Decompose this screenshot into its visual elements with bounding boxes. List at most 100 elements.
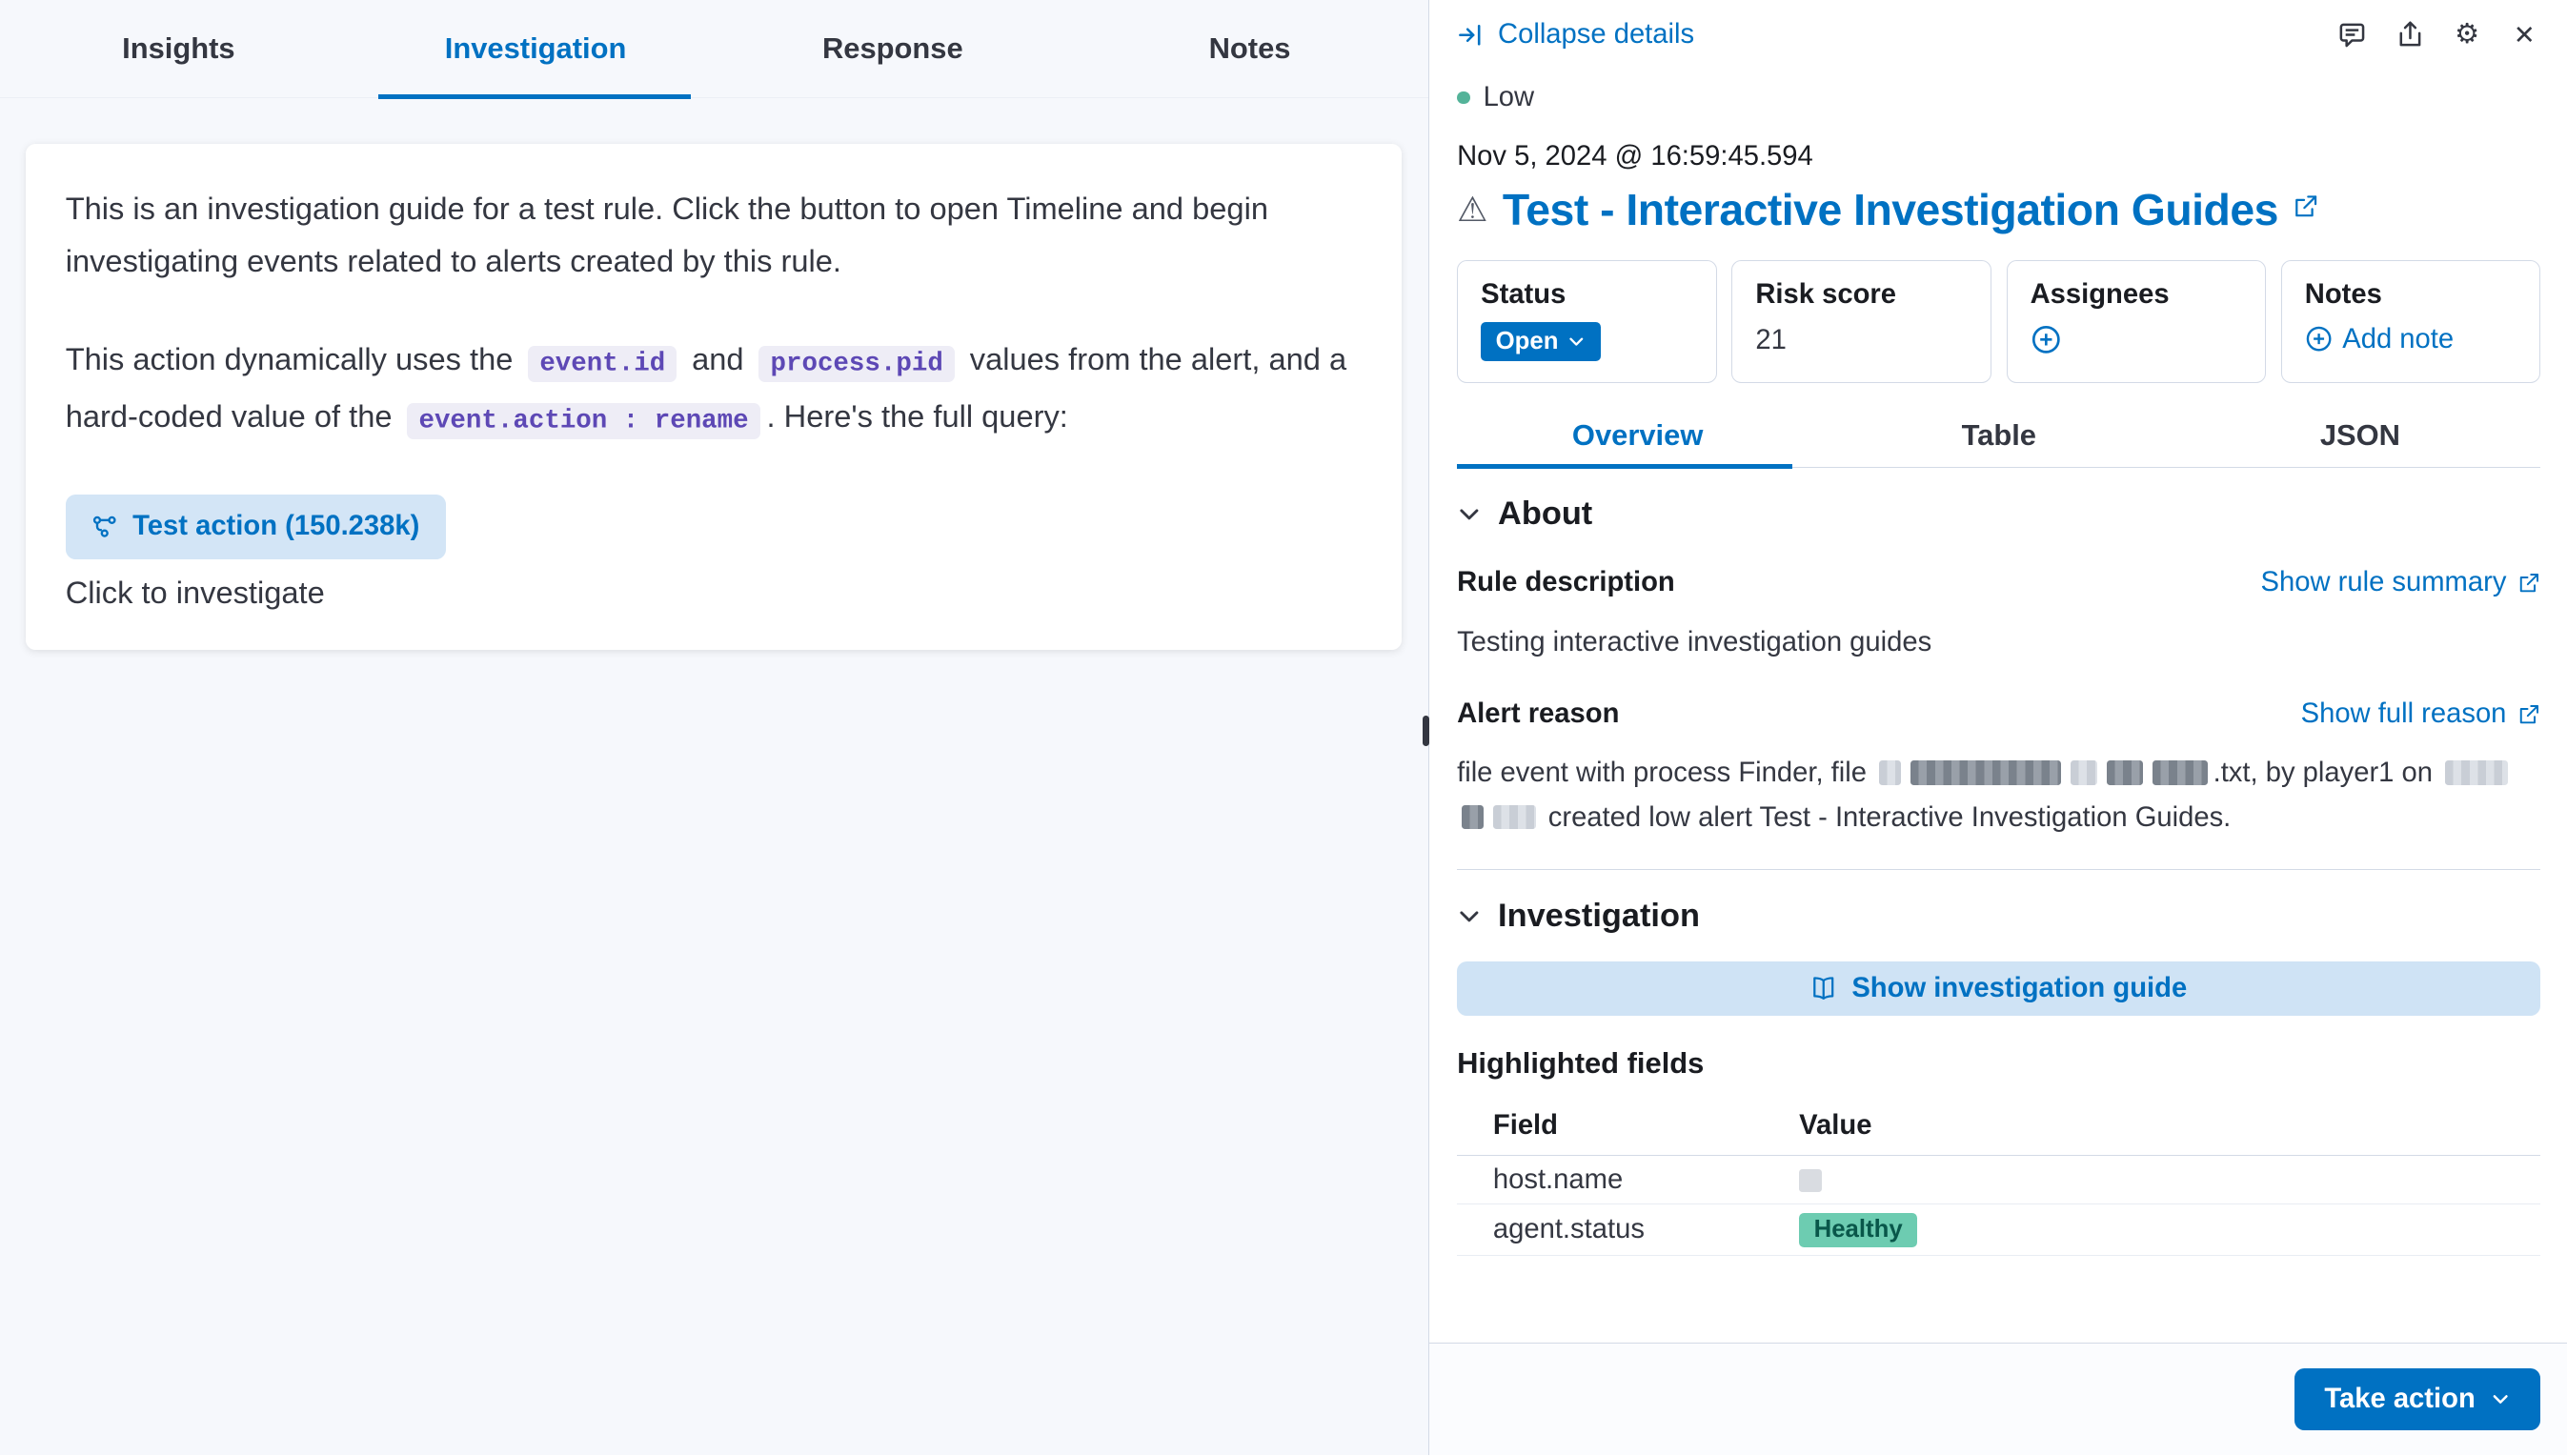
field-name: host.name — [1457, 1155, 1799, 1204]
popout-icon — [2517, 572, 2540, 595]
reason-text-part: .txt, by player1 on — [2213, 758, 2441, 788]
take-action-label: Take action — [2324, 1384, 2475, 1415]
table-row: host.name — [1457, 1155, 2540, 1204]
notes-card: Notes Add note — [2281, 260, 2541, 383]
reason-text-part: created low alert Test - Interactive Inv… — [1548, 802, 2232, 833]
redacted-block — [1799, 1169, 1822, 1192]
collapse-details-label: Collapse details — [1498, 19, 1694, 51]
tab-insights[interactable]: Insights — [0, 0, 357, 97]
field-value — [1799, 1155, 2540, 1204]
flyout-footer: Take action — [1429, 1343, 2567, 1456]
tab-overview[interactable]: Overview — [1457, 406, 1818, 467]
test-action-button[interactable]: Test action (150.238k) — [66, 495, 446, 560]
external-link-icon[interactable] — [2293, 193, 2318, 226]
popout-icon — [2517, 703, 2540, 726]
field-name: agent.status — [1457, 1204, 1799, 1256]
rule-description-text: Testing interactive investigation guides — [1457, 620, 2540, 664]
investigation-guide-card: This is an investigation guide for a tes… — [26, 144, 1402, 650]
close-icon[interactable]: ✕ — [2508, 19, 2540, 51]
investigation-section-title: Investigation — [1498, 898, 1700, 935]
show-investigation-guide-label: Show investigation guide — [1851, 973, 2187, 1004]
flyout-header-actions: ⚙ ✕ — [2336, 19, 2541, 51]
reason-text-part: file event with process Finder, file — [1457, 758, 1874, 788]
code-event-action: event.action : rename — [407, 403, 759, 439]
redacted-block — [2445, 760, 2507, 785]
code-event-id: event.id — [528, 346, 677, 382]
add-assignee-button[interactable] — [2031, 324, 2062, 355]
flyout-tab-bar: Overview Table JSON — [1457, 406, 2540, 468]
share-icon[interactable] — [2394, 19, 2426, 51]
comment-icon[interactable] — [2336, 19, 2369, 51]
circle-plus-icon — [2305, 325, 2333, 353]
about-section-title: About — [1498, 495, 1592, 533]
redacted-block — [1462, 805, 1483, 830]
show-investigation-guide-button[interactable]: Show investigation guide — [1457, 961, 2540, 1016]
value-column-header: Value — [1799, 1097, 2540, 1155]
book-icon — [1810, 975, 1836, 1001]
code-process-pid: process.pid — [758, 346, 954, 382]
alert-title-row: ⚠ Test - Interactive Investigation Guide… — [1457, 184, 2540, 235]
alert-reason-row: Alert reason Show full reason — [1457, 698, 2540, 730]
rule-description-row: Rule description Show rule summary — [1457, 567, 2540, 598]
status-card: Status Open — [1457, 260, 1717, 383]
redacted-block — [2107, 760, 2143, 785]
about-section-toggle[interactable]: About — [1457, 495, 2540, 533]
status-value: Open — [1496, 328, 1559, 355]
table-header-row: Field Value — [1457, 1097, 2540, 1155]
alert-details-flyout: Collapse details ⚙ ✕ Low Nov 5, 2024 — [1429, 0, 2567, 1455]
risk-score-value: 21 — [1755, 325, 1968, 356]
guide-text: This action dynamically uses the — [66, 341, 522, 376]
test-action-label: Test action (150.238k) — [132, 511, 419, 542]
flyout-header: Collapse details ⚙ ✕ — [1457, 0, 2540, 52]
alert-timestamp: Nov 5, 2024 @ 16:59:45.594 — [1457, 141, 2540, 172]
chevron-down-icon — [1457, 904, 1482, 929]
panel-resize-handle[interactable] — [1423, 716, 1429, 747]
tab-notes[interactable]: Notes — [1071, 0, 1428, 97]
assignees-label: Assignees — [2031, 279, 2243, 311]
add-note-button[interactable]: Add note — [2305, 324, 2454, 355]
notes-label: Notes — [2305, 279, 2517, 311]
summary-cards: Status Open Risk score 21 Assignees — [1457, 260, 2540, 383]
section-divider — [1457, 869, 2540, 870]
redacted-block — [1879, 760, 1900, 785]
left-tab-bar: Insights Investigation Response Notes — [0, 0, 1428, 98]
assignees-card: Assignees — [2007, 260, 2267, 383]
flyout-main: Collapse details ⚙ ✕ Low Nov 5, 2024 — [1429, 0, 2567, 1343]
alert-details-page: Insights Investigation Response Notes Th… — [0, 0, 2567, 1455]
status-label: Status — [1481, 279, 1693, 311]
show-full-reason-label: Show full reason — [2301, 698, 2507, 730]
alert-reason-label: Alert reason — [1457, 698, 1619, 730]
rule-description-label: Rule description — [1457, 567, 1675, 598]
redacted-block — [2071, 760, 2096, 785]
show-rule-summary-link[interactable]: Show rule summary — [2261, 567, 2541, 598]
alert-title[interactable]: Test - Interactive Investigation Guides — [1503, 184, 2278, 235]
chevron-down-icon — [1566, 332, 1587, 352]
redacted-block — [1493, 805, 1536, 830]
guide-text: . Here's the full query: — [767, 398, 1068, 434]
investigation-section-toggle[interactable]: Investigation — [1457, 898, 2540, 935]
take-action-button[interactable]: Take action — [2294, 1368, 2540, 1430]
field-column-header: Field — [1457, 1097, 1799, 1155]
healthy-status-badge: Healthy — [1799, 1213, 1917, 1247]
tab-investigation[interactable]: Investigation — [357, 0, 715, 97]
risk-score-card: Risk score 21 — [1731, 260, 1991, 383]
severity-dot-icon — [1457, 91, 1470, 105]
severity-badge: Low — [1457, 82, 2540, 113]
risk-score-label: Risk score — [1755, 279, 1968, 311]
status-open-badge[interactable]: Open — [1481, 322, 1601, 361]
highlighted-fields-table: Field Value host.name agent.status Healt… — [1457, 1097, 2540, 1256]
collapse-details-button[interactable]: Collapse details — [1457, 19, 1694, 51]
click-to-investigate-caption: Click to investigate — [66, 575, 1363, 611]
highlighted-fields-title: Highlighted fields — [1457, 1046, 2540, 1081]
warning-icon: ⚠ — [1457, 192, 1487, 227]
guide-paragraph-2: This action dynamically uses the event.i… — [66, 334, 1363, 448]
show-rule-summary-label: Show rule summary — [2261, 567, 2507, 598]
chevron-down-icon — [1457, 502, 1482, 527]
redacted-block — [1910, 760, 2061, 785]
arrow-to-end-icon — [1457, 22, 1483, 48]
tab-response[interactable]: Response — [714, 0, 1071, 97]
tab-json[interactable]: JSON — [2179, 406, 2540, 467]
gear-icon[interactable]: ⚙ — [2451, 19, 2483, 51]
tab-table[interactable]: Table — [1818, 406, 2179, 467]
show-full-reason-link[interactable]: Show full reason — [2301, 698, 2541, 730]
